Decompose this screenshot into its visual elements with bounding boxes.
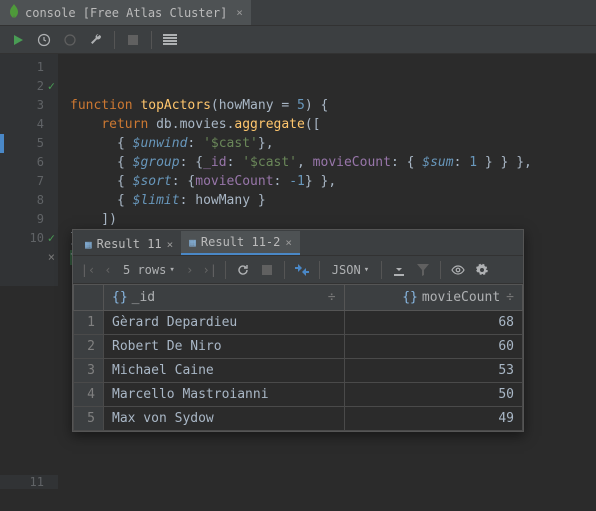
- table-row[interactable]: 2Robert De Niro60: [74, 335, 523, 359]
- toolbar-separator: [440, 261, 441, 279]
- result-tab-label: Result 11: [97, 237, 162, 251]
- line-number-11: 11: [0, 475, 58, 489]
- cell-moviecount[interactable]: 50: [344, 383, 522, 407]
- prev-page-button[interactable]: ‹: [99, 263, 117, 277]
- last-page-button[interactable]: ›|: [201, 263, 219, 277]
- first-page-button[interactable]: |‹: [79, 263, 97, 277]
- cell-id[interactable]: Gèrard Depardieu: [104, 311, 345, 335]
- column-header-id[interactable]: {}_id÷: [104, 285, 345, 311]
- eye-button[interactable]: [447, 259, 469, 281]
- cell-id[interactable]: Michael Caine: [104, 359, 345, 383]
- stop-button-disabled: [121, 28, 145, 52]
- refresh-button[interactable]: [232, 259, 254, 281]
- table-row[interactable]: 4Marcello Mastroianni50: [74, 383, 523, 407]
- cell-id[interactable]: Max von Sydow: [104, 407, 345, 431]
- cell-moviecount[interactable]: 53: [344, 359, 522, 383]
- toolbar-separator: [225, 261, 226, 279]
- toolbar-separator: [151, 31, 152, 49]
- main-toolbar: [0, 26, 596, 54]
- table-icon: ▦: [189, 236, 196, 249]
- export-button[interactable]: [388, 259, 410, 281]
- result-tab[interactable]: ▦ Result 11 ×: [77, 233, 181, 255]
- line-gutter: 1 2 3 4 5 6 7 8 9 10: [0, 54, 58, 286]
- row-number-header: [74, 285, 104, 311]
- next-page-button[interactable]: ›: [181, 263, 199, 277]
- toolbar-separator: [114, 31, 115, 49]
- toolbar-separator: [319, 261, 320, 279]
- grid-view-button[interactable]: [158, 28, 182, 52]
- disabled-circle-icon: [58, 28, 82, 52]
- stop-button-disabled: [256, 259, 278, 281]
- result-tab-label: Result 11-2: [201, 235, 280, 249]
- result-tabs: ▦ Result 11 × ▦ Result 11-2 ×: [73, 230, 523, 256]
- cell-moviecount[interactable]: 49: [344, 407, 522, 431]
- table-icon: ▦: [85, 238, 92, 251]
- row-number: 4: [74, 383, 104, 407]
- row-number: 2: [74, 335, 104, 359]
- row-number: 5: [74, 407, 104, 431]
- result-tab-active[interactable]: ▦ Result 11-2 ×: [181, 231, 300, 255]
- table-row[interactable]: 1Gèrard Depardieu68: [74, 311, 523, 335]
- close-icon[interactable]: ×: [167, 238, 174, 251]
- editor-tab-bar: console [Free Atlas Cluster] ×: [0, 0, 596, 26]
- cell-moviecount[interactable]: 60: [344, 335, 522, 359]
- toolbar-separator: [284, 261, 285, 279]
- settings-gear-button[interactable]: [471, 259, 493, 281]
- cell-moviecount[interactable]: 68: [344, 311, 522, 335]
- compare-button[interactable]: [291, 259, 313, 281]
- table-row[interactable]: 5Max von Sydow49: [74, 407, 523, 431]
- file-tab[interactable]: console [Free Atlas Cluster] ×: [0, 0, 251, 25]
- column-header-moviecount[interactable]: {}movieCount÷: [344, 285, 522, 311]
- chevron-down-icon: ▾: [169, 265, 174, 275]
- results-table: {}_id÷ {}movieCount÷ 1Gèrard Depardieu68…: [73, 284, 523, 431]
- tab-title: console [Free Atlas Cluster]: [25, 6, 227, 20]
- row-number: 3: [74, 359, 104, 383]
- toolbar-separator: [381, 261, 382, 279]
- chevron-down-icon: ▾: [364, 265, 369, 275]
- run-button[interactable]: [6, 28, 30, 52]
- mongodb-icon: [8, 4, 20, 22]
- results-toolbar: |‹ ‹ 5 rows ▾ › ›| JSON ▾: [73, 256, 523, 284]
- history-button[interactable]: [32, 28, 56, 52]
- filter-button-disabled: [412, 259, 434, 281]
- view-mode-dropdown[interactable]: JSON ▾: [332, 263, 369, 277]
- close-icon[interactable]: ×: [236, 6, 243, 19]
- cell-id[interactable]: Marcello Mastroianni: [104, 383, 345, 407]
- table-row[interactable]: 3Michael Caine53: [74, 359, 523, 383]
- cell-id[interactable]: Robert De Niro: [104, 335, 345, 359]
- rows-count-dropdown[interactable]: 5 rows ▾: [123, 263, 175, 277]
- close-icon[interactable]: ×: [285, 236, 292, 249]
- row-number: 1: [74, 311, 104, 335]
- settings-wrench-button[interactable]: [84, 28, 108, 52]
- results-panel: ▦ Result 11 × ▦ Result 11-2 × |‹ ‹ 5 row…: [72, 229, 524, 432]
